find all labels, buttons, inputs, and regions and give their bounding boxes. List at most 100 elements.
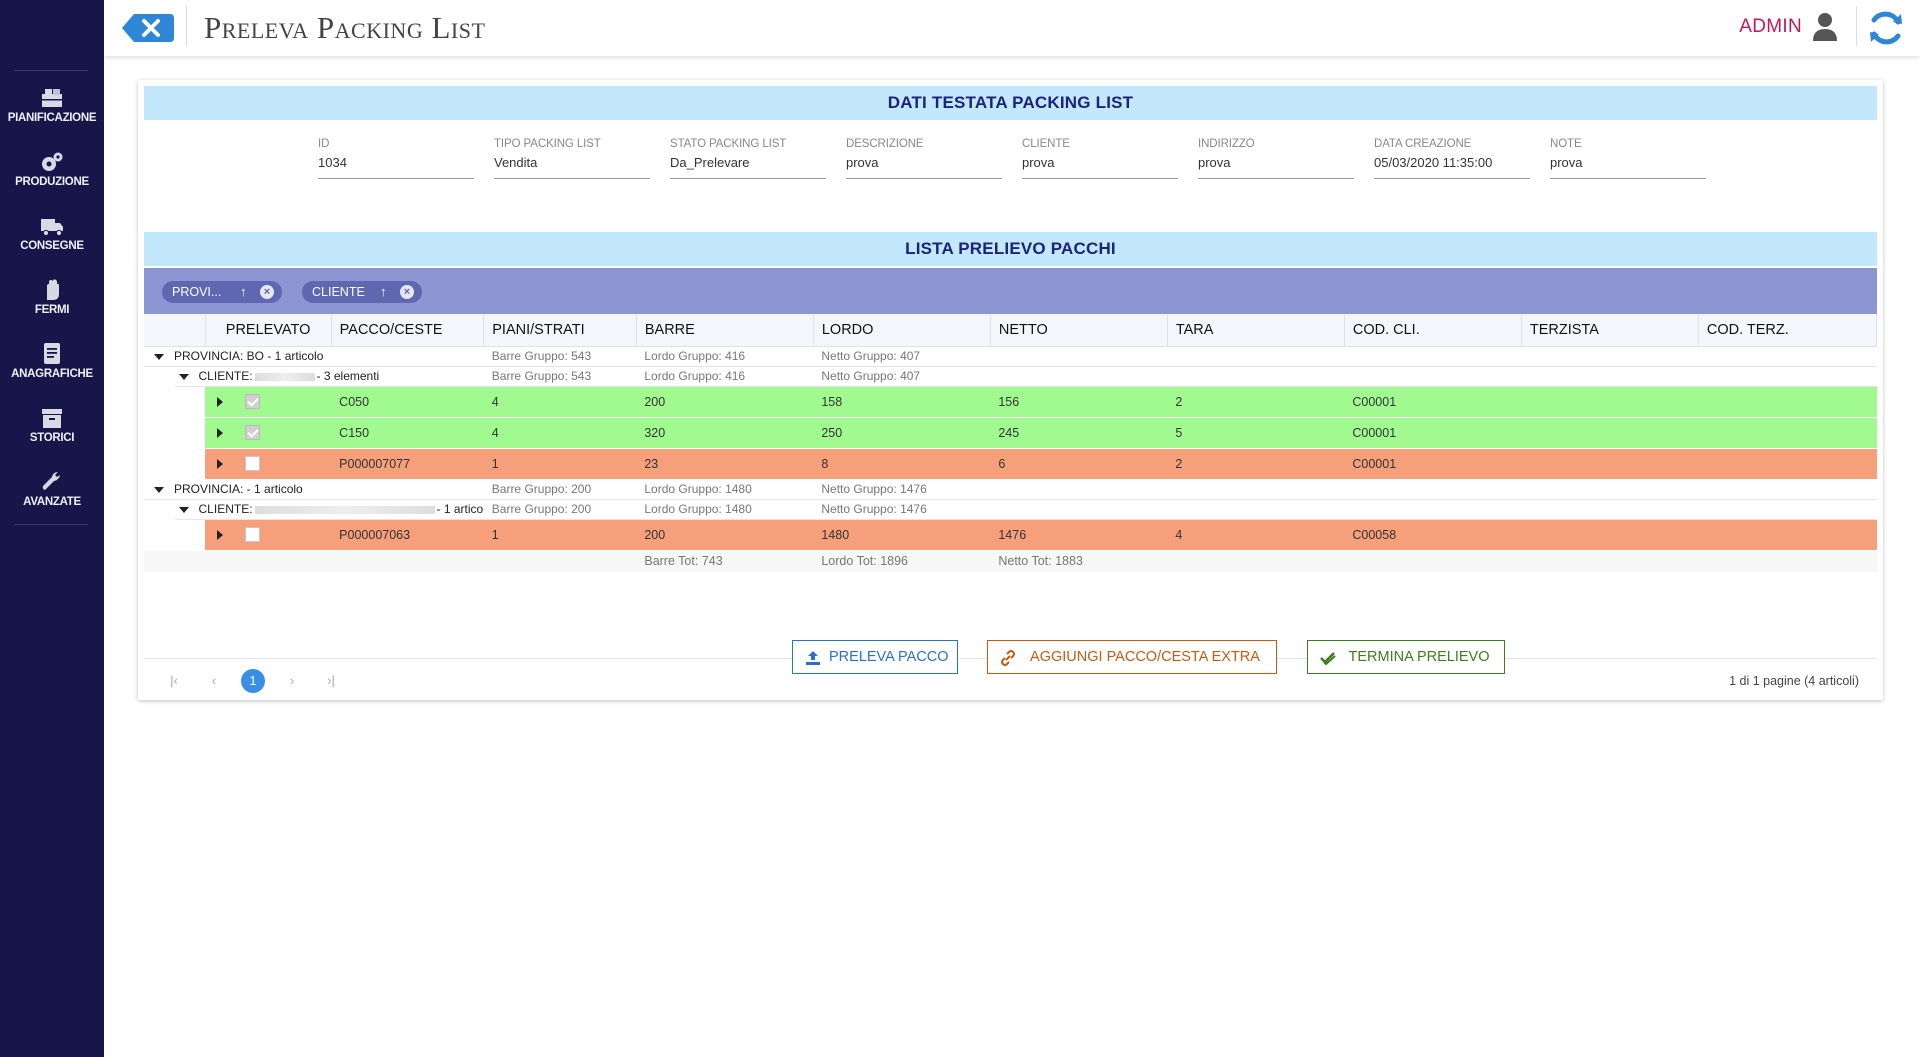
col-header-netto[interactable]: NETTO bbox=[990, 314, 1168, 347]
sidebar-item-fermi[interactable]: FERMI bbox=[0, 278, 104, 342]
field-value: prova bbox=[1022, 155, 1178, 179]
table-row[interactable]: P000007077 1 23 8 6 2 C00001 bbox=[144, 448, 1877, 480]
sidebar-item-consegne[interactable]: CONSEGNE bbox=[0, 214, 104, 278]
next-page-button[interactable]: › bbox=[280, 669, 304, 693]
field-id[interactable]: ID 1034 bbox=[318, 138, 474, 179]
group-row-provincia[interactable]: PROVINCIA: - 1 articolo Barre Gruppo: 20… bbox=[144, 479, 1877, 500]
user-name[interactable]: ADMIN bbox=[1739, 16, 1802, 38]
group-label-suffix: - 1 articolo bbox=[436, 502, 484, 516]
col-header-cod-cli[interactable]: COD. CLI. bbox=[1344, 314, 1522, 347]
field-note[interactable]: NOTE prova bbox=[1550, 138, 1706, 179]
cell-cod-terz bbox=[1698, 386, 1877, 418]
group-label-suffix: - 3 elementi bbox=[316, 369, 380, 383]
header-data-section: DATI TESTATA PACKING LIST ID 1034 TIPO P… bbox=[138, 80, 1883, 208]
field-cliente[interactable]: CLIENTE prova bbox=[1022, 138, 1178, 179]
prelevato-checkbox[interactable] bbox=[245, 425, 261, 441]
group-by-panel: PROVI... ↑ × CLIENTE ↑ × bbox=[144, 268, 1877, 314]
top-header: Preleva Packing List ADMIN bbox=[104, 0, 1920, 56]
table-row[interactable]: P000007063 1 200 1480 1476 4 C00058 bbox=[144, 519, 1877, 551]
prelevato-checkbox[interactable] bbox=[245, 527, 261, 543]
field-data-creazione[interactable]: DATA CREAZIONE 05/03/2020 11:35:00 bbox=[1374, 138, 1530, 179]
group-label: CLIENTE: bbox=[198, 369, 253, 383]
table-row[interactable]: C150 4 320 250 245 5 C00001 bbox=[144, 417, 1877, 449]
sort-asc-icon[interactable]: ↑ bbox=[380, 281, 387, 303]
button-label: AGGIUNGI PACCO/CESTA EXTRA bbox=[1030, 649, 1260, 665]
truck-icon bbox=[41, 219, 63, 237]
collapse-icon[interactable] bbox=[154, 486, 164, 493]
field-label: INDIRIZZO bbox=[1198, 138, 1255, 150]
sidebar-item-anagrafiche[interactable]: ANAGRAFICHE bbox=[0, 342, 104, 406]
field-label: DATA CREAZIONE bbox=[1374, 138, 1472, 150]
field-label: TIPO PACKING LIST bbox=[494, 138, 601, 150]
cell-netto: 245 bbox=[990, 417, 1168, 449]
first-page-button[interactable]: |‹ bbox=[162, 669, 186, 693]
refresh-icon[interactable] bbox=[1866, 8, 1906, 48]
col-header-terzista[interactable]: TERZISTA bbox=[1521, 314, 1699, 347]
cell-netto: 156 bbox=[990, 386, 1168, 418]
field-value: Da_Prelevare bbox=[670, 155, 826, 179]
collapse-icon[interactable] bbox=[178, 373, 189, 380]
cell-cod-terz bbox=[1698, 519, 1877, 551]
totals-row: Barre Tot: 743 Lordo Tot: 1896 Netto Tot… bbox=[144, 550, 1877, 572]
cell-lordo: 1480 bbox=[813, 519, 991, 551]
col-header-cod-terz[interactable]: COD. TERZ. bbox=[1698, 314, 1878, 347]
sidebar-item-produzione[interactable]: PRODUZIONE bbox=[0, 150, 104, 214]
aggiungi-extra-button[interactable]: AGGIUNGI PACCO/CESTA EXTRA bbox=[987, 640, 1277, 674]
group-chip-cliente[interactable]: CLIENTE ↑ × bbox=[302, 281, 422, 303]
field-tipo[interactable]: TIPO PACKING LIST Vendita bbox=[494, 138, 650, 179]
preleva-pacco-button[interactable]: PRELEVA PACCO bbox=[792, 640, 958, 674]
expand-row-icon[interactable] bbox=[217, 396, 224, 407]
prelevato-checkbox[interactable] bbox=[245, 456, 261, 472]
boxes-icon bbox=[42, 89, 62, 107]
field-indirizzo[interactable]: INDIRIZZO prova bbox=[1198, 138, 1354, 179]
cell-netto: 6 bbox=[990, 448, 1168, 480]
field-label: DESCRIZIONE bbox=[846, 138, 924, 150]
prelevato-checkbox[interactable] bbox=[245, 394, 261, 410]
sidebar-item-label: PIANIFICAZIONE bbox=[7, 112, 97, 124]
remove-chip-icon[interactable]: × bbox=[260, 285, 274, 299]
termina-prelievo-button[interactable]: TERMINA PRELIEVO bbox=[1307, 640, 1505, 674]
cell-pacco: C050 bbox=[331, 386, 484, 418]
sidebar-item-pianificazione[interactable]: PIANIFICAZIONE bbox=[0, 86, 104, 150]
remove-chip-icon[interactable]: × bbox=[400, 285, 414, 299]
group-row-cliente[interactable]: CLIENTE: - 1 articolo Barre Gruppo: 200 L… bbox=[144, 499, 1877, 520]
cell-tara: 5 bbox=[1167, 417, 1345, 449]
field-descrizione[interactable]: DESCRIZIONE prova bbox=[846, 138, 1002, 179]
page-button-current[interactable]: 1 bbox=[241, 669, 265, 693]
group-agg-barre: Barre Gruppo: 543 bbox=[483, 346, 637, 367]
group-chip-provincia[interactable]: PROVI... ↑ × bbox=[162, 281, 282, 303]
cell-piani: 4 bbox=[483, 417, 637, 449]
table-row[interactable]: C050 4 200 158 156 2 C00001 bbox=[144, 386, 1877, 418]
user-icon[interactable] bbox=[1812, 12, 1838, 42]
group-agg-netto: Netto Gruppo: 1476 bbox=[813, 499, 991, 520]
group-agg-barre: Barre Gruppo: 200 bbox=[483, 479, 637, 500]
group-row-provincia[interactable]: PROVINCIA: BO - 1 articolo Barre Gruppo:… bbox=[144, 346, 1877, 367]
prev-page-button[interactable]: ‹ bbox=[202, 669, 226, 693]
chip-label: PROVI... bbox=[172, 285, 222, 299]
col-header-prelevato[interactable]: PRELEVATO bbox=[205, 314, 332, 347]
col-header-pacco[interactable]: PACCO/CESTE bbox=[331, 314, 485, 347]
col-header-piani[interactable]: PIANI/STRATI bbox=[483, 314, 637, 347]
sidebar-item-label: AVANZATE bbox=[23, 496, 81, 508]
field-stato[interactable]: STATO PACKING LIST Da_Prelevare bbox=[670, 138, 826, 179]
expand-row-icon[interactable] bbox=[217, 427, 224, 438]
expand-row-icon[interactable] bbox=[217, 458, 224, 469]
sort-asc-icon[interactable]: ↑ bbox=[240, 281, 247, 303]
expand-row-icon[interactable] bbox=[217, 529, 224, 540]
col-header-tara[interactable]: TARA bbox=[1167, 314, 1345, 347]
cell-pacco: P000007077 bbox=[331, 448, 484, 480]
close-back-icon[interactable] bbox=[120, 12, 176, 44]
col-header-barre[interactable]: BARRE bbox=[636, 314, 814, 347]
cell-cod-terz bbox=[1698, 417, 1877, 449]
last-page-button[interactable]: ›| bbox=[319, 669, 343, 693]
field-value: prova bbox=[846, 155, 1002, 179]
sidebar-item-storici[interactable]: STORICI bbox=[0, 406, 104, 470]
collapse-icon[interactable] bbox=[178, 506, 189, 513]
upload-icon bbox=[806, 651, 820, 665]
group-row-cliente[interactable]: CLIENTE: - 3 elementi Barre Gruppo: 543 L… bbox=[144, 366, 1877, 387]
sidebar: PIANIFICAZIONE PRODUZIONE CONSEGNE FERMI… bbox=[0, 0, 104, 1057]
cell-cod-cli: C00001 bbox=[1344, 417, 1522, 449]
collapse-icon[interactable] bbox=[154, 353, 164, 360]
redacted-text bbox=[254, 372, 315, 381]
col-header-lordo[interactable]: LORDO bbox=[813, 314, 991, 347]
